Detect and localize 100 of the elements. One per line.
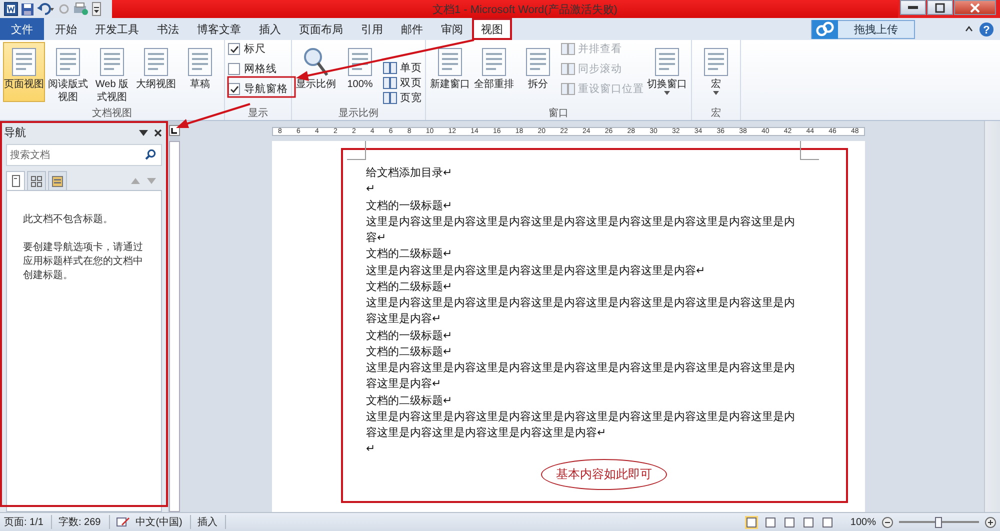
- pane-tab[interactable]: [27, 171, 46, 190]
- group-label: 宏: [710, 106, 722, 120]
- ribbon-large-button[interactable]: 全部重排: [473, 42, 515, 102]
- document-paragraph: 给文档添加目录↵: [366, 166, 453, 181]
- ribbon-large-button[interactable]: 拆分: [517, 42, 559, 102]
- two-page-icon: [383, 77, 397, 89]
- undo-icon[interactable]: [37, 2, 55, 16]
- collapse-ribbon-icon[interactable]: [965, 26, 973, 32]
- ribbon-large-button[interactable]: Web 版式视图: [91, 42, 133, 105]
- two-page-icon: [383, 92, 397, 104]
- ribbon-tab[interactable]: 视图: [472, 18, 512, 40]
- view-mode-icon[interactable]: [745, 516, 758, 528]
- close-icon: [970, 2, 980, 12]
- restore-icon: [935, 2, 945, 12]
- checkbox[interactable]: 标尺: [228, 42, 288, 56]
- view-mode-icon[interactable]: [802, 516, 816, 528]
- highlight-frame: [227, 76, 296, 98]
- ribbon-large-button[interactable]: 草稿: [179, 42, 221, 102]
- ribbon-tab[interactable]: 页面布局: [290, 18, 352, 40]
- zoom-slider-thumb[interactable]: [935, 516, 942, 528]
- callout: 基本内容如此即可: [541, 458, 667, 490]
- restore-button[interactable]: [927, 0, 953, 15]
- group-label: 显示比例: [338, 106, 380, 120]
- group-label: 窗口: [548, 106, 570, 120]
- status-item[interactable]: 字数: 269: [58, 515, 110, 529]
- document-paragraph: 文档的二级标题↵: [366, 280, 453, 295]
- checkbox[interactable]: 网格线: [228, 62, 288, 76]
- checkbox[interactable]: 导航窗格: [228, 82, 288, 96]
- document-paragraph: 这里是内容这里是内容这里是内容这里是内容这里是内容这里是内容这里是内容这里是内容这里是内容↵: [366, 296, 796, 328]
- document-paragraph: 文档的一级标题↵: [366, 198, 453, 214]
- ribbon-tab[interactable]: 引用: [352, 18, 392, 40]
- ribbon-tab[interactable]: 邮件: [392, 18, 432, 40]
- pane-message: 要创建导航选项卡，请通过应用标题样式在您的文档中创建标题。: [23, 241, 144, 283]
- page-corner-mark: [800, 141, 819, 160]
- zoom-in-icon[interactable]: [985, 516, 996, 528]
- document-icon: [97, 46, 127, 78]
- minimize-button[interactable]: [900, 0, 926, 15]
- document-paragraph: 文档的二级标题↵: [366, 246, 453, 262]
- minimize-icon: [908, 6, 918, 10]
- cloud-link-icon: [812, 20, 838, 38]
- dropdown-icon[interactable]: [139, 130, 148, 136]
- document-icon: [479, 46, 509, 78]
- zoom-out-icon[interactable]: [882, 516, 893, 528]
- two-page-icon: [383, 62, 397, 74]
- close-button[interactable]: [954, 0, 996, 15]
- ribbon-tab[interactable]: 开始: [46, 18, 86, 40]
- ribbon-tab[interactable]: 开发工具: [86, 18, 148, 40]
- zoom-level[interactable]: 100%: [850, 516, 876, 528]
- search-field[interactable]: 搜索文档: [6, 144, 162, 166]
- document-paragraph: 这里是内容这里是内容这里是内容这里是内容这里是内容这里是内容这里是内容这里是内容↵: [366, 214, 796, 246]
- group-label: 文档视图: [91, 106, 133, 120]
- save-icon[interactable]: [21, 2, 34, 16]
- tab-selector-icon[interactable]: [168, 125, 180, 136]
- pane-tab[interactable]: [48, 171, 67, 190]
- file-tab[interactable]: 文件: [0, 18, 44, 40]
- checkbox-box[interactable]: [228, 63, 240, 75]
- document-icon: [435, 46, 465, 78]
- view-mode-icon[interactable]: [764, 516, 778, 528]
- status-item[interactable]: 中文(中国): [136, 515, 192, 529]
- two-page-icon: [561, 63, 575, 75]
- status-item[interactable]: 插入: [197, 515, 226, 529]
- page-corner-mark: [347, 141, 366, 160]
- document-paragraph: 这里是内容这里是内容这里是内容这里是内容这里是内容这里是内容这里是内容这里是内容这里是内容这里是内容这里是内容这里是内容↵: [366, 410, 796, 441]
- ribbon-large-button[interactable]: 100%: [339, 42, 381, 102]
- ribbon-tab[interactable]: 插入: [250, 18, 290, 40]
- customize-toolbar-icon[interactable]: [92, 2, 101, 16]
- checkbox-box[interactable]: [228, 83, 240, 95]
- ribbon-tab[interactable]: 博客文章: [188, 18, 250, 40]
- ribbon-small-button[interactable]: 页宽: [383, 91, 422, 105]
- spelling-check-icon[interactable]: [116, 516, 130, 528]
- ribbon-large-button[interactable]: 页面视图: [3, 42, 45, 102]
- status-item[interactable]: 页面: 1/1: [4, 515, 52, 529]
- document-icon: [185, 46, 215, 78]
- search-icon[interactable]: [145, 149, 156, 160]
- close-icon[interactable]: [154, 128, 162, 136]
- view-mode-icon[interactable]: [783, 516, 796, 528]
- document-icon: [9, 46, 39, 78]
- document-icon: [652, 46, 682, 78]
- help-icon[interactable]: ?: [979, 22, 994, 36]
- ribbon-large-button[interactable]: 显示比例: [295, 42, 337, 102]
- ribbon-large-button[interactable]: 阅读版式视图: [47, 42, 89, 105]
- ribbon-small-button[interactable]: 双页: [383, 76, 422, 90]
- document-icon: [141, 46, 171, 78]
- caret-icon: [664, 91, 670, 95]
- ribbon-tab[interactable]: 书法: [148, 18, 188, 40]
- view-mode-icon[interactable]: [821, 516, 834, 528]
- document-paragraph: 文档的二级标题↵: [366, 394, 453, 408]
- ribbon-large-button[interactable]: 新建窗口: [429, 42, 471, 102]
- upload-button[interactable]: 拖拽上传: [811, 20, 915, 38]
- word-logo-icon[interactable]: [4, 2, 18, 16]
- pane-tab[interactable]: [6, 171, 25, 190]
- ribbon-large-button[interactable]: 大纲视图: [135, 42, 177, 102]
- document-icon: [701, 46, 731, 78]
- pane-message: 此文档不包含标题。: [23, 213, 114, 227]
- checkbox-box[interactable]: [228, 43, 240, 55]
- ribbon-small-button[interactable]: 单页: [383, 61, 422, 75]
- vertical-scrollbar[interactable]: [984, 121, 1000, 512]
- ribbon-large-button[interactable]: 切换窗口: [646, 42, 688, 102]
- ribbon-large-button[interactable]: 宏: [695, 42, 737, 102]
- ribbon-tab[interactable]: 审阅: [432, 18, 472, 40]
